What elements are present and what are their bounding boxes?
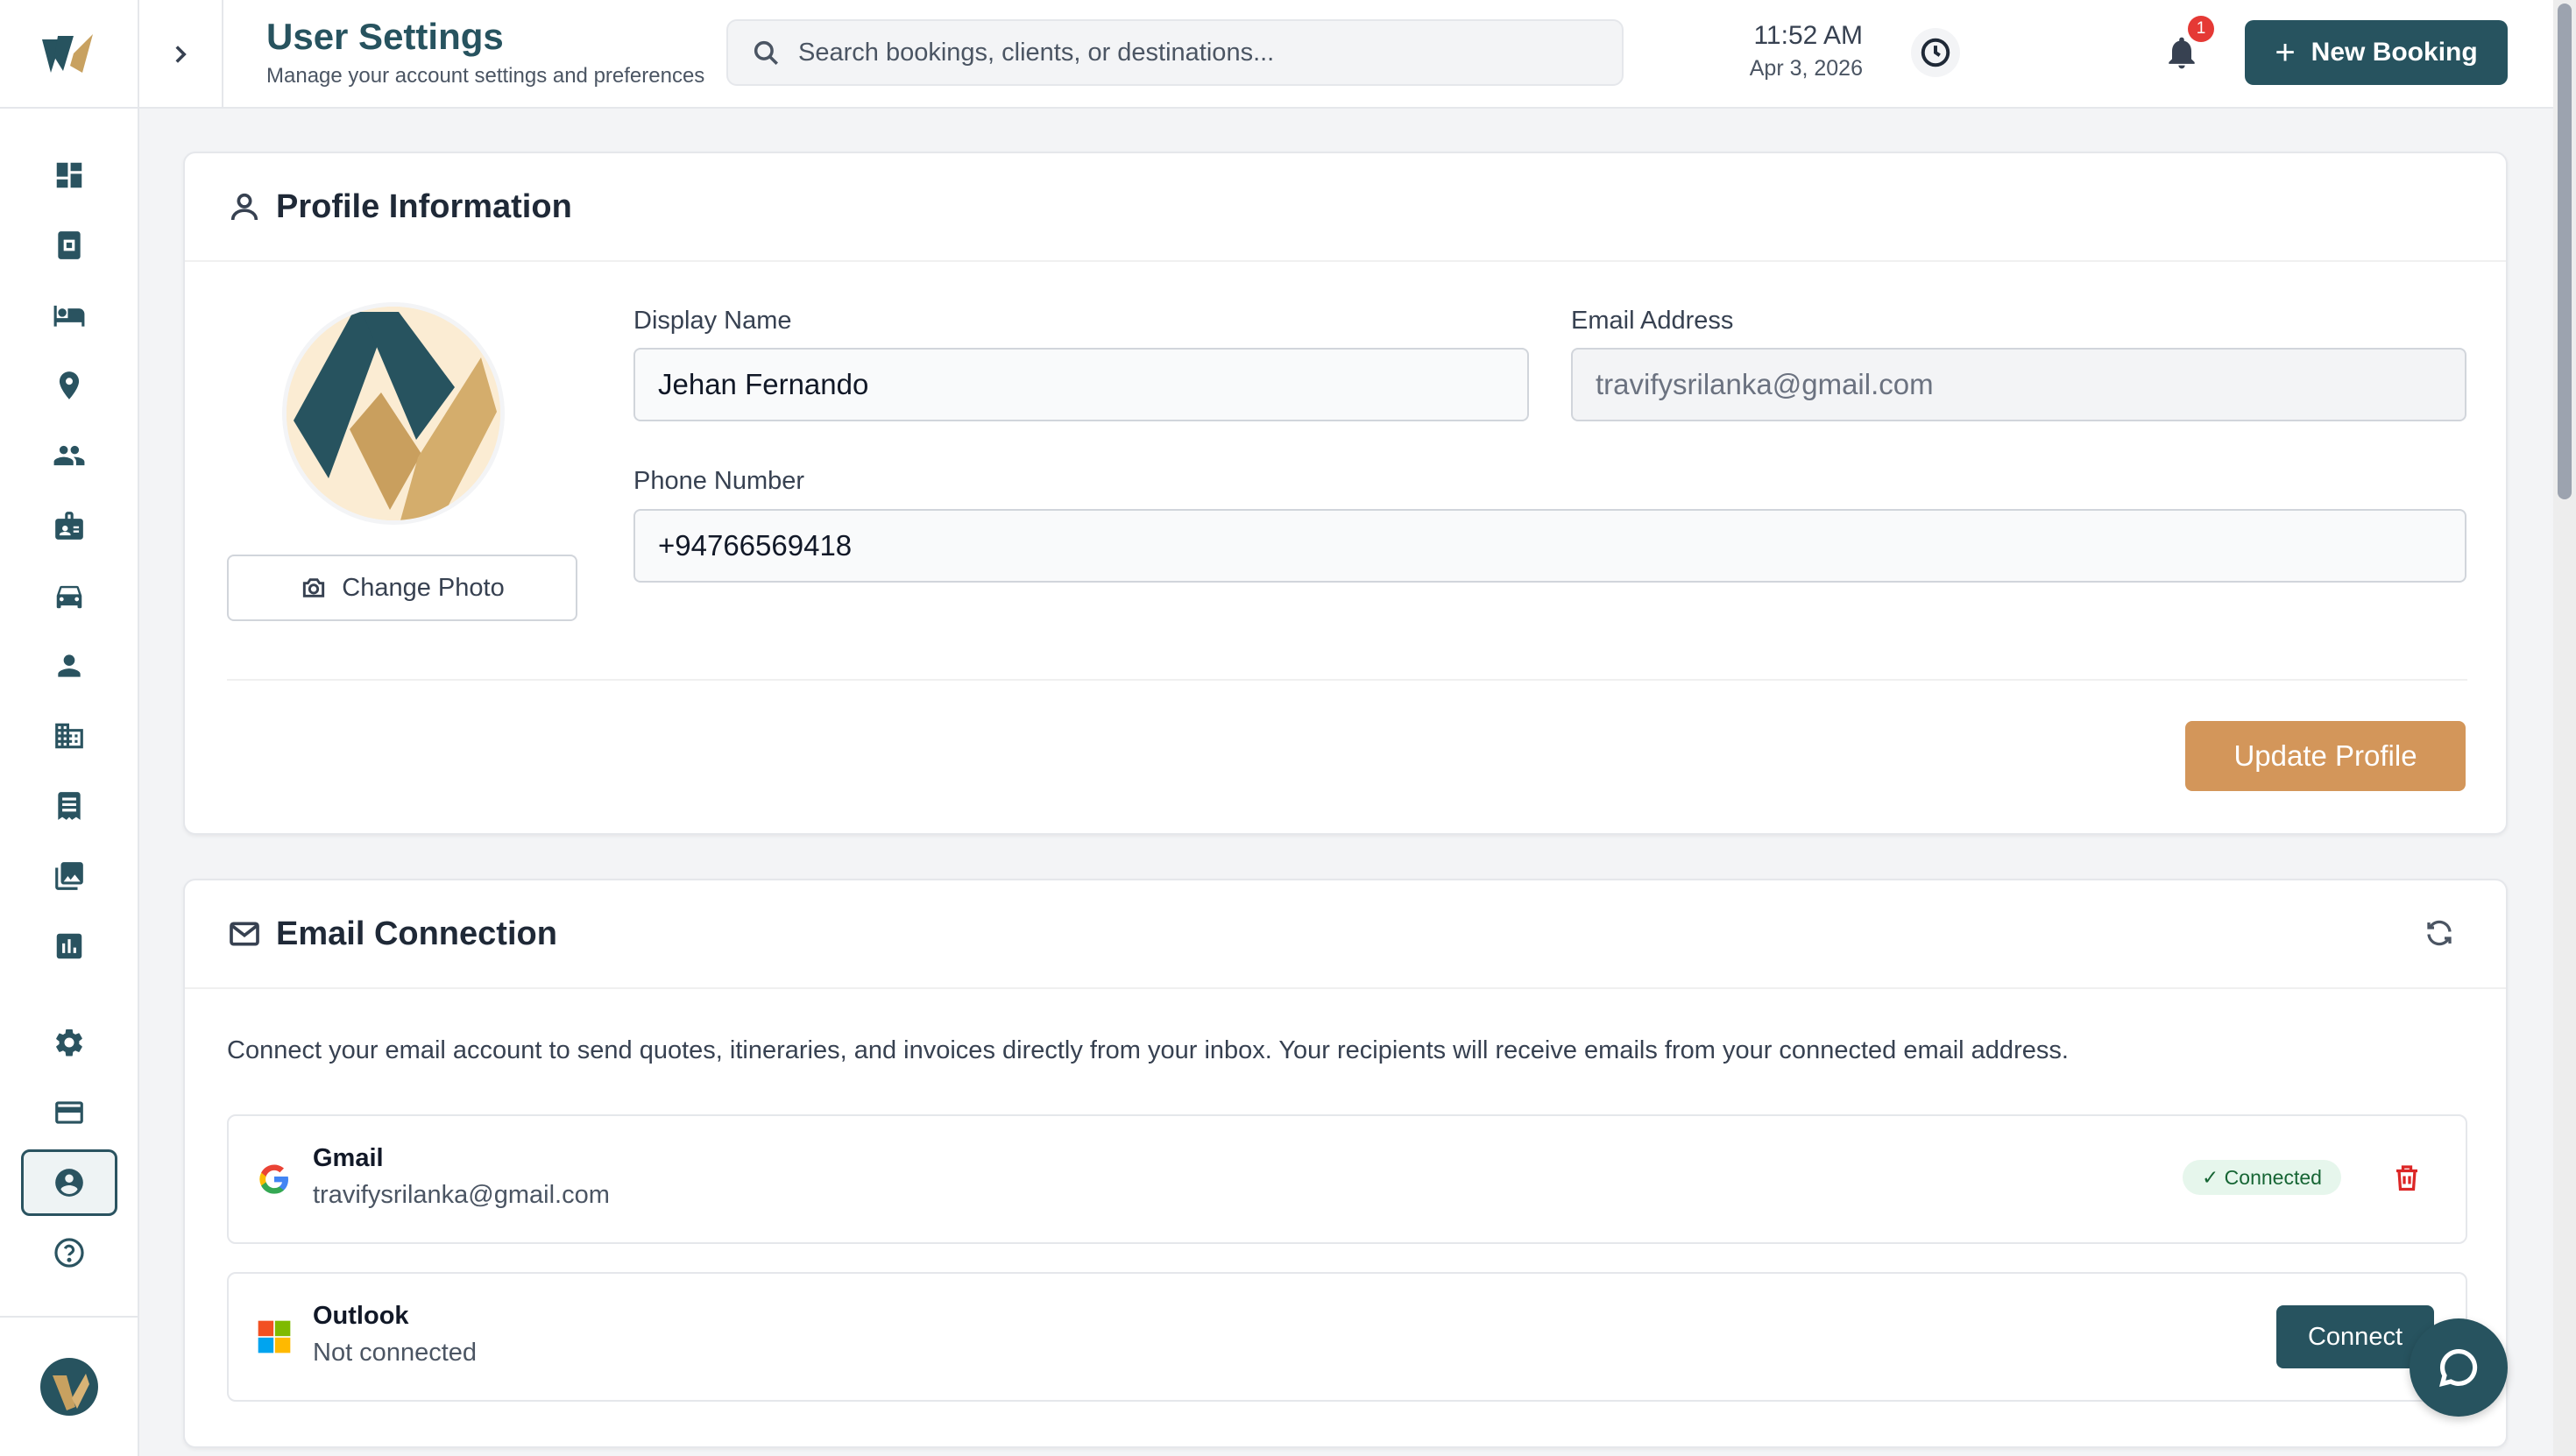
mail-icon [230, 922, 259, 946]
sidebar-toggle-button[interactable] [139, 0, 223, 109]
account-circle-icon [54, 1169, 83, 1197]
page-scrollbar[interactable] [2553, 0, 2576, 1456]
brand-logo-icon [41, 34, 93, 73]
active-highlight [20, 1149, 117, 1216]
sidebar-item-user-settings[interactable] [0, 1148, 138, 1218]
search-icon [754, 40, 779, 66]
provider-status: Not connected [313, 1339, 478, 1367]
provider-row-gmail: Gmail travifysrilanka@gmail.com ✓ Connec… [227, 1114, 2467, 1244]
sidebar-item-billing[interactable] [0, 1078, 138, 1148]
page-title: User Settings [266, 16, 504, 57]
sidebar-item-guides[interactable] [0, 491, 138, 561]
id-badge-icon [54, 512, 83, 540]
sidebar-bottom-nav [0, 1007, 138, 1288]
sidebar-item-dashboard[interactable] [0, 140, 138, 210]
chat-bubble-icon [2438, 1348, 2478, 1387]
new-booking-button[interactable]: + New Booking [2245, 20, 2508, 85]
clock-button[interactable] [1911, 28, 1960, 77]
search-input[interactable] [798, 38, 1587, 67]
sidebar-item-drivers[interactable] [0, 631, 138, 701]
profile-card-header: Profile Information [185, 153, 2506, 262]
provider-row-outlook: Outlook Not connected Connect [227, 1272, 2467, 1402]
trash-icon [2396, 1165, 2417, 1191]
sidebar-item-help[interactable] [0, 1218, 138, 1288]
receipt-icon [57, 792, 81, 820]
display-name-field[interactable]: Jehan Fernando [633, 348, 1529, 421]
scrollbar-thumb[interactable] [2558, 4, 2572, 499]
sidebar-item-clients[interactable] [0, 421, 138, 491]
sidebar-item-hotels[interactable] [0, 280, 138, 350]
email-description: Connect your email account to send quote… [227, 1036, 2069, 1064]
profile-information-card: Profile Information Change Photo Display… [183, 152, 2508, 835]
person-icon [57, 654, 81, 677]
location-pin-icon [59, 371, 79, 399]
help-circle-icon [53, 1238, 84, 1268]
hotel-bed-icon [53, 305, 84, 327]
chevron-right-icon [175, 46, 187, 63]
refresh-button[interactable] [2424, 917, 2455, 953]
phone-number-field[interactable]: +94766569418 [633, 509, 2466, 583]
disconnect-button[interactable] [2391, 1162, 2423, 1198]
email-connection-card: Email Connection Connect your email acco… [183, 879, 2508, 1448]
sidebar-item-vehicles[interactable] [0, 561, 138, 631]
global-search[interactable] [726, 19, 1624, 86]
car-icon [56, 585, 81, 609]
photo-library-icon [54, 862, 83, 890]
profile-avatar [287, 307, 500, 520]
sidebar-item-invoices[interactable] [0, 771, 138, 841]
email-address-field: travifysrilanka@gmail.com [1571, 348, 2466, 421]
email-section-title: Email Connection [276, 915, 557, 952]
people-icon [53, 445, 84, 466]
provider-name: Outlook [313, 1302, 409, 1330]
microsoft-logo-icon [258, 1320, 291, 1354]
current-date: Apr 3, 2026 [1749, 56, 1863, 81]
google-logo-icon [259, 1164, 288, 1194]
update-profile-button[interactable]: Update Profile [2185, 721, 2466, 791]
app-logo[interactable] [0, 0, 138, 109]
user-avatar-small[interactable] [0, 1316, 138, 1456]
sidebar-item-destinations[interactable] [0, 350, 138, 421]
plus-icon: + [2275, 33, 2296, 72]
dashboard-icon [56, 162, 81, 188]
bar-chart-icon [56, 933, 81, 959]
provider-email: travifysrilanka@gmail.com [313, 1181, 610, 1209]
current-time: 11:52 AM [1753, 21, 1863, 50]
brand-avatar-image [287, 307, 500, 520]
sidebar-nav [0, 140, 138, 981]
chat-button[interactable] [2410, 1318, 2508, 1417]
sidebar-item-reports[interactable] [0, 911, 138, 981]
change-photo-button[interactable]: Change Photo [227, 555, 577, 621]
provider-name: Gmail [313, 1144, 384, 1172]
page-subtitle: Manage your account settings and prefere… [266, 64, 705, 88]
settings-gear-icon [55, 1028, 82, 1057]
user-outline-icon [230, 193, 258, 221]
email-card-header: Email Connection [185, 880, 2506, 989]
refresh-icon [2427, 920, 2452, 946]
new-booking-label: New Booking [2311, 38, 2478, 67]
sidebar-item-gallery[interactable] [0, 841, 138, 911]
building-icon [54, 723, 83, 749]
credit-card-icon [54, 1101, 83, 1124]
change-photo-label: Change Photo [342, 573, 505, 602]
avatar [39, 1358, 98, 1416]
display-name-label: Display Name [633, 307, 792, 335]
phone-number-label: Phone Number [633, 467, 805, 495]
email-address-label: Email Address [1571, 307, 1734, 335]
profile-section-title: Profile Information [276, 187, 572, 225]
bookings-icon [57, 231, 81, 259]
notification-badge: 1 [2188, 16, 2214, 42]
clock-icon [1921, 38, 1950, 67]
sidebar-item-settings[interactable] [0, 1007, 138, 1078]
connected-badge: ✓ Connected [2183, 1160, 2341, 1195]
profile-divider [227, 679, 2467, 681]
sidebar-item-suppliers[interactable] [0, 701, 138, 771]
sidebar-item-bookings[interactable] [0, 210, 138, 280]
sidebar [0, 0, 139, 1456]
camera-icon [303, 578, 325, 597]
